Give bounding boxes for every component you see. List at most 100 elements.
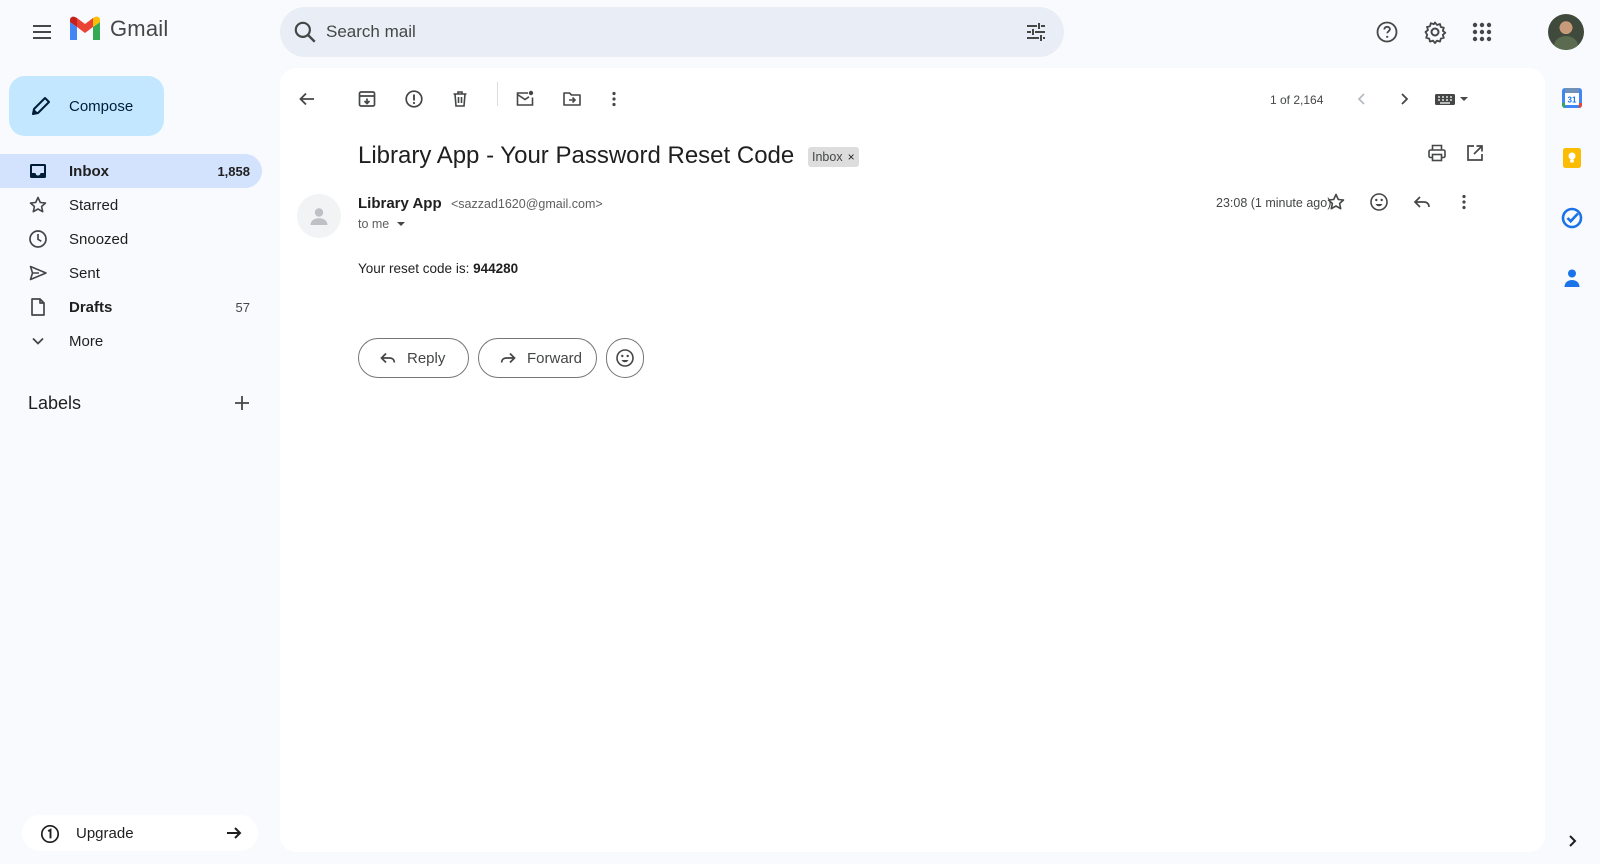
open-in-new-icon	[1467, 145, 1483, 161]
more-vert-icon	[612, 91, 616, 107]
chevron-right-icon	[1569, 835, 1577, 847]
search-bar	[280, 7, 1064, 57]
upgrade-button[interactable]: Upgrade	[22, 815, 258, 851]
sidebar-item-sent[interactable]: Sent	[0, 256, 262, 290]
back-button[interactable]	[289, 81, 325, 117]
inbox-icon	[30, 164, 46, 178]
sender-name[interactable]: Library App	[358, 195, 442, 212]
reply-button[interactable]: Reply	[358, 338, 469, 378]
move-folder-icon	[563, 92, 581, 106]
upgrade-label: Upgrade	[76, 824, 134, 842]
react-button[interactable]	[606, 338, 644, 378]
labels-heading: Labels	[28, 393, 82, 413]
sender-avatar[interactable]	[297, 194, 341, 238]
calendar-icon: 31	[1562, 88, 1582, 108]
account-avatar[interactable]	[1548, 14, 1584, 50]
remove-label-button[interactable]: ×	[848, 150, 855, 164]
keep-icon	[1563, 148, 1581, 168]
reset-code: 944280	[473, 261, 519, 276]
keep-app-button[interactable]	[1560, 146, 1584, 170]
sidebar-item-snoozed[interactable]: Snoozed	[0, 222, 262, 256]
arrow-left-icon	[299, 92, 314, 106]
archive-button[interactable]	[349, 81, 385, 117]
clock-icon	[29, 230, 47, 248]
body-text: Your reset code is:	[358, 261, 474, 276]
sidebar-item-more[interactable]: More	[0, 324, 262, 358]
star-icon	[1327, 193, 1345, 210]
emoji-icon	[1370, 193, 1388, 211]
draft-icon	[31, 298, 45, 316]
tasks-icon	[1561, 207, 1583, 229]
sidebar-item-label: Snoozed	[69, 230, 129, 248]
create-label-button[interactable]	[230, 391, 254, 415]
sidebar-item-label: Inbox	[69, 162, 109, 180]
keyboard-icon	[1435, 94, 1468, 105]
apps-button[interactable]	[1464, 14, 1500, 50]
sidebar-item-inbox[interactable]: Inbox 1,858	[0, 154, 262, 188]
open-new-window-button[interactable]	[1457, 135, 1493, 171]
caret-down-icon	[397, 222, 406, 226]
star-icon	[29, 196, 47, 213]
sidebar-nav: Inbox 1,858 Starred Snoozed Sent Drafts …	[0, 154, 262, 358]
email-subject: Library App - Your Password Reset Code	[358, 142, 795, 169]
chevron-down-icon	[32, 337, 44, 345]
email-timestamp: 23:08 (1 minute ago)	[1216, 196, 1332, 210]
sidebar-item-label: More	[69, 332, 104, 350]
toolbar-divider	[497, 82, 498, 106]
newer-button[interactable]	[1344, 81, 1380, 117]
contacts-app-button[interactable]	[1560, 266, 1584, 290]
compose-label: Compose	[69, 97, 134, 115]
arrow-right-icon	[227, 827, 242, 839]
support-button[interactable]	[1369, 14, 1405, 50]
add-reaction-button[interactable]	[1361, 184, 1397, 220]
search-options-icon[interactable]	[1024, 20, 1048, 44]
settings-button[interactable]	[1417, 14, 1453, 50]
trash-icon	[453, 91, 467, 107]
print-icon	[1428, 144, 1446, 162]
compose-button[interactable]: Compose	[9, 76, 164, 136]
main-menu-button[interactable]	[22, 12, 62, 52]
show-side-panel-button[interactable]	[1560, 829, 1584, 853]
calendar-app-button[interactable]: 31	[1560, 86, 1584, 110]
email-body: Your reset code is: 944280	[358, 261, 518, 276]
pagination-text: 1 of 2,164	[1270, 93, 1324, 107]
gmail-m-icon	[70, 16, 100, 40]
sidebar-item-label: Sent	[69, 264, 100, 282]
input-tools-button[interactable]	[1428, 81, 1476, 117]
reply-icon-button[interactable]	[1404, 184, 1440, 220]
reply-icon	[380, 352, 396, 364]
sidebar-item-starred[interactable]: Starred	[0, 188, 262, 222]
search-input[interactable]	[326, 20, 986, 44]
sidebar-item-drafts[interactable]: Drafts 57	[0, 290, 262, 324]
emoji-icon	[616, 349, 634, 367]
mark-unread-button[interactable]	[507, 81, 543, 117]
report-spam-button[interactable]	[396, 81, 432, 117]
upgrade-circle-icon	[40, 824, 60, 844]
apps-grid-icon	[1472, 22, 1492, 42]
label-chip-text: Inbox	[812, 150, 843, 164]
reply-icon	[1413, 196, 1430, 208]
contacts-icon	[1564, 269, 1580, 287]
archive-icon	[358, 91, 376, 107]
tasks-app-button[interactable]	[1560, 206, 1584, 230]
print-all-button[interactable]	[1419, 135, 1455, 171]
mark-unread-icon	[516, 90, 534, 106]
sender-email: <sazzad1620@gmail.com>	[451, 197, 603, 211]
gmail-logo[interactable]: Gmail	[68, 16, 168, 42]
delete-button[interactable]	[442, 81, 478, 117]
message-more-button[interactable]	[1446, 184, 1482, 220]
reply-label: Reply	[407, 349, 446, 367]
sidebar-item-label: Starred	[69, 196, 119, 214]
star-button[interactable]	[1318, 184, 1354, 220]
move-to-button[interactable]	[554, 81, 590, 117]
app-name: Gmail	[110, 16, 169, 41]
plus-icon	[235, 396, 249, 410]
pencil-icon	[32, 97, 50, 115]
more-actions-button[interactable]	[596, 81, 632, 117]
search-icon[interactable]	[292, 19, 318, 45]
older-button[interactable]	[1386, 81, 1422, 117]
help-icon	[1376, 21, 1398, 43]
recipient-details-toggle[interactable]: to me	[358, 217, 410, 231]
send-icon	[29, 265, 47, 281]
forward-button[interactable]: Forward	[478, 338, 597, 378]
